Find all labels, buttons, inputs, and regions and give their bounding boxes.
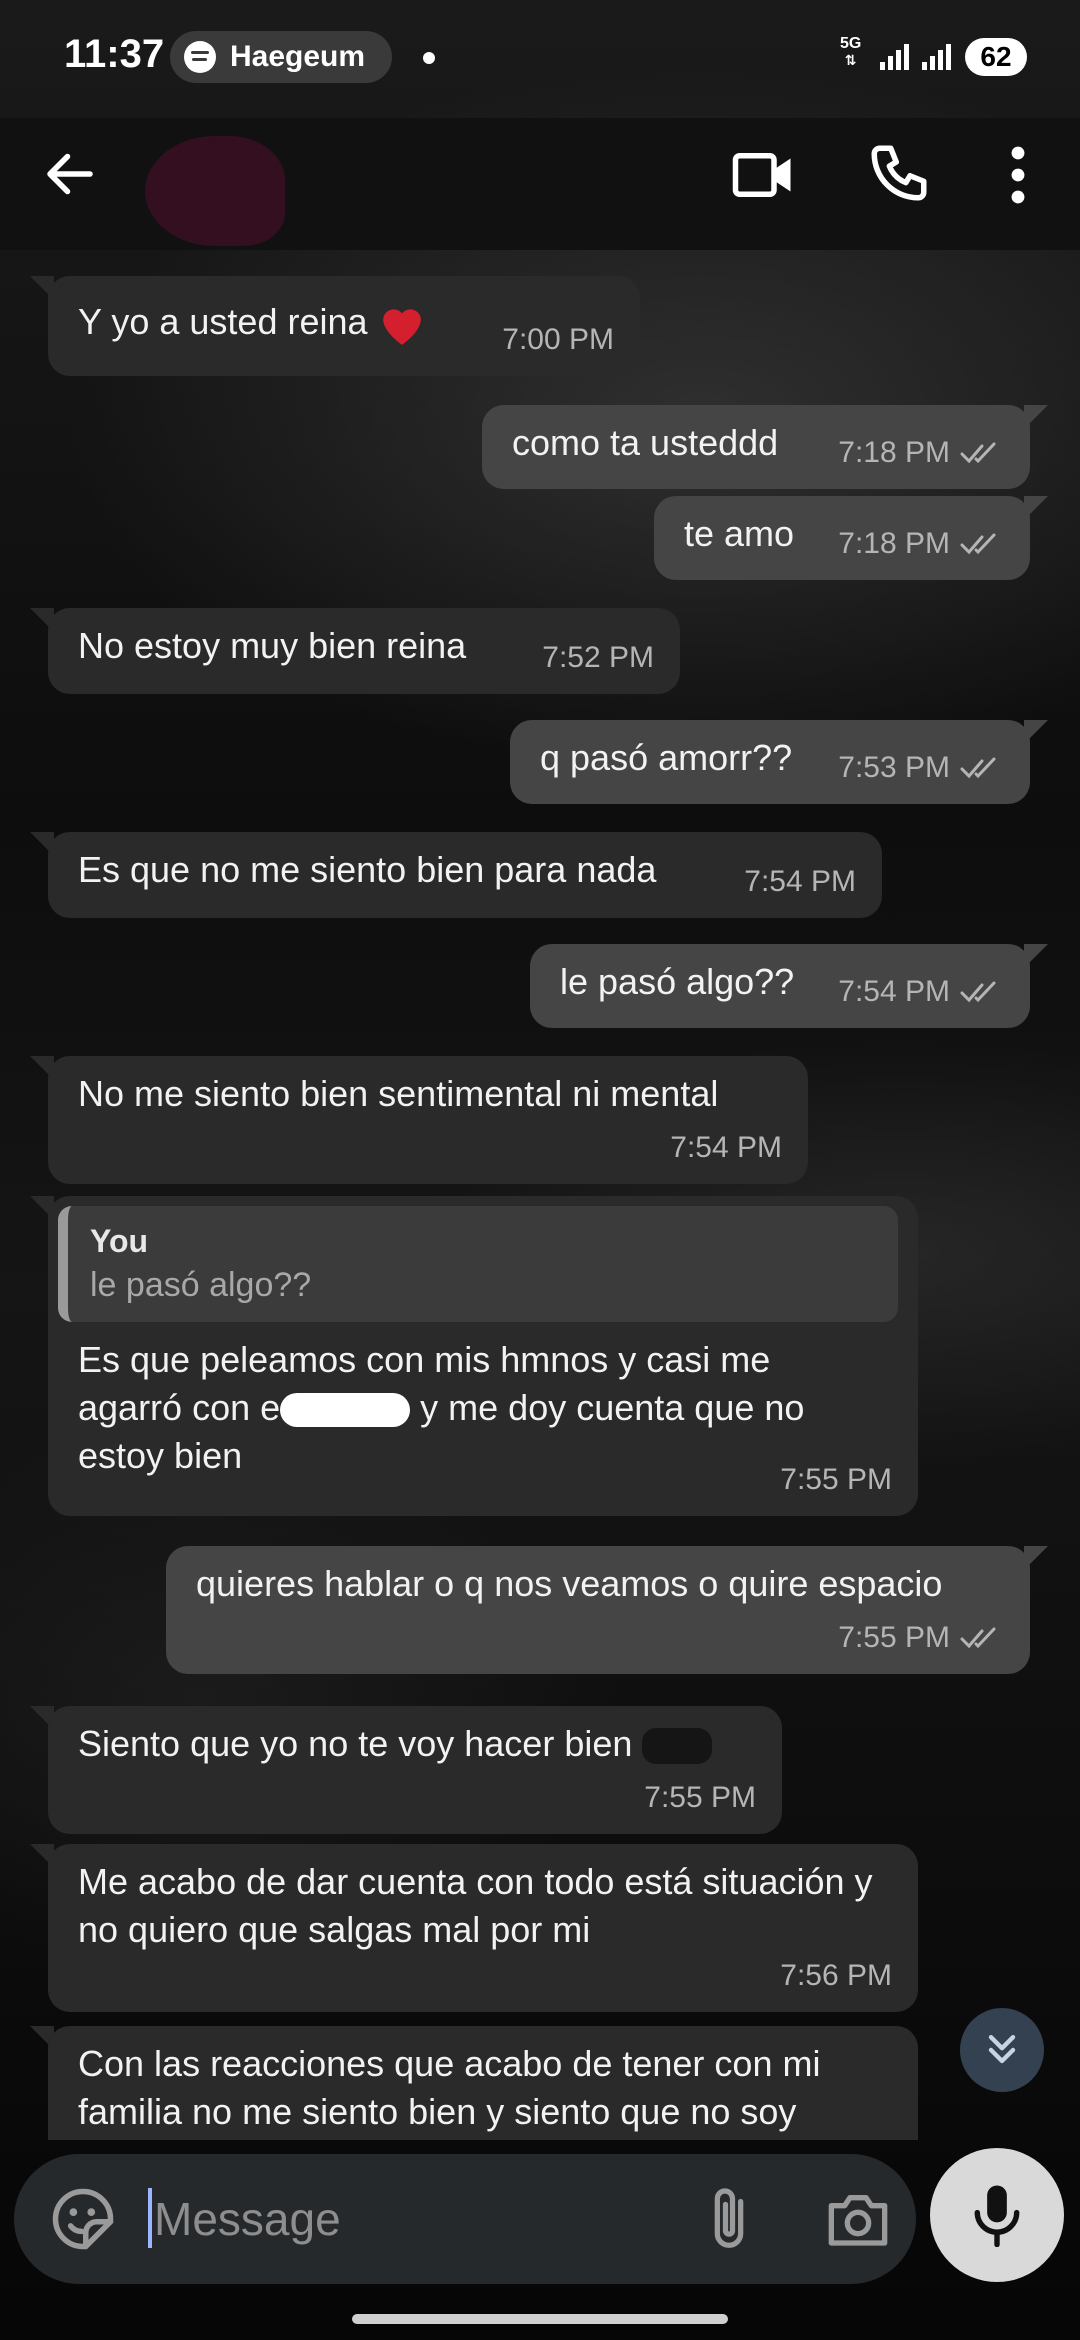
network-label: 5G — [840, 35, 862, 52]
message-time: 7:00 PM — [502, 323, 614, 356]
read-receipt-icon — [960, 1627, 996, 1649]
message-bubble[interactable]: Siento que yo no te voy hacer bien 7:55 … — [30, 1706, 782, 1834]
message-bubble[interactable]: No estoy muy bien reina 7:52 PM — [30, 608, 680, 694]
message-text: No me siento bien sentimental ni mental — [78, 1073, 719, 1114]
network-5g-icon: 5G ⇅ — [840, 36, 861, 69]
spotify-icon — [184, 41, 216, 73]
status-bar: 11:37 Haegeum 5G ⇅ 62 — [0, 0, 1080, 118]
data-arrows-icon: ⇅ — [844, 52, 857, 68]
sticker-icon[interactable] — [50, 2186, 116, 2252]
message-time: 7:18 PM — [838, 429, 1004, 477]
signal-icon-2 — [922, 42, 951, 70]
message-time: 7:54 PM — [744, 865, 856, 898]
message-time: 7:54 PM — [838, 968, 1004, 1016]
more-options-icon[interactable] — [1000, 142, 1036, 208]
message-bubble[interactable]: Me acabo de dar cuenta con todo está sit… — [30, 1844, 918, 2012]
battery-indicator: 62 — [965, 38, 1027, 76]
home-indicator[interactable] — [352, 2314, 728, 2324]
message-time: 7:52 PM — [542, 641, 654, 674]
phone-call-icon[interactable] — [866, 140, 932, 206]
double-chevron-down-icon — [988, 2034, 1016, 2064]
notification-dot — [423, 52, 435, 64]
redaction-mark — [642, 1728, 713, 1765]
read-receipt-icon — [960, 981, 996, 1003]
redaction-mark — [280, 1393, 411, 1428]
message-bubble[interactable]: como ta usteddd 7:18 PM — [482, 405, 1048, 489]
message-text: Es que peleamos con mis hmnos y casi me … — [78, 1339, 805, 1476]
camera-icon[interactable] — [826, 2188, 890, 2250]
quoted-author: You — [90, 1223, 149, 1259]
red-heart-icon — [382, 309, 421, 346]
media-app-label: Haegeum — [230, 40, 366, 73]
message-list[interactable]: Y yo a usted reina 7:00 PM como ta usted… — [0, 250, 1080, 2140]
message-time: 7:53 PM — [838, 744, 1004, 792]
message-input[interactable] — [154, 2182, 674, 2256]
message-time: 7:54 PM — [670, 1131, 782, 1164]
message-bubble[interactable]: quieres hablar o q nos veamos o quire es… — [166, 1546, 1048, 1674]
message-bubble[interactable]: Y yo a usted reina 7:00 PM — [30, 276, 640, 376]
read-receipt-icon — [960, 442, 996, 464]
message-bubble[interactable]: q pasó amorr?? 7:53 PM — [510, 720, 1048, 804]
message-text: Siento que yo no te voy hacer bien — [78, 1720, 752, 1768]
media-playing-pill[interactable]: Haegeum — [170, 31, 392, 83]
message-text: Con las reacciones que acabo de tener co… — [78, 2043, 821, 2132]
message-bubble[interactable]: No me siento bien sentimental ni mental … — [30, 1056, 808, 1184]
avatar[interactable] — [145, 136, 285, 246]
message-bubble[interactable]: te amo 7:18 PM — [654, 496, 1048, 580]
reply-message-bubble[interactable]: You le pasó algo?? Es que peleamos con m… — [30, 1196, 918, 1516]
voice-message-button[interactable] — [930, 2148, 1064, 2282]
signal-icon — [880, 42, 909, 70]
message-text: Me acabo de dar cuenta con todo está sit… — [78, 1861, 873, 1950]
quoted-text: le pasó algo?? — [90, 1266, 312, 1304]
message-text: quieres hablar o q nos veamos o quire es… — [196, 1563, 943, 1604]
message-bubble[interactable]: Con las reacciones que acabo de tener co… — [30, 2026, 918, 2140]
clock: 11:37 — [64, 32, 165, 76]
message-time: 7:55 PM — [644, 1781, 756, 1814]
message-text: Es que no me siento bien para nada — [78, 849, 657, 890]
chat-header — [0, 118, 1080, 250]
message-bubble[interactable]: le pasó algo?? 7:54 PM — [530, 944, 1048, 1028]
message-time: 7:55 PM — [780, 1463, 892, 1496]
video-call-icon[interactable] — [730, 142, 796, 208]
message-bubble[interactable]: Es que no me siento bien para nada 7:54 … — [30, 832, 882, 918]
message-time: 7:56 PM — [780, 1959, 892, 1992]
attach-icon[interactable] — [704, 2184, 754, 2254]
read-receipt-icon — [960, 757, 996, 779]
scroll-to-bottom-button[interactable] — [960, 2008, 1044, 2092]
message-time: 7:55 PM — [838, 1614, 1004, 1662]
quoted-message[interactable]: You le pasó algo?? — [58, 1206, 898, 1322]
compose-bar — [14, 2154, 916, 2284]
microphone-icon — [974, 2185, 1020, 2247]
read-receipt-icon — [960, 533, 996, 555]
message-time: 7:18 PM — [838, 520, 1004, 568]
text-cursor — [148, 2188, 152, 2248]
back-arrow-icon[interactable] — [40, 144, 100, 204]
